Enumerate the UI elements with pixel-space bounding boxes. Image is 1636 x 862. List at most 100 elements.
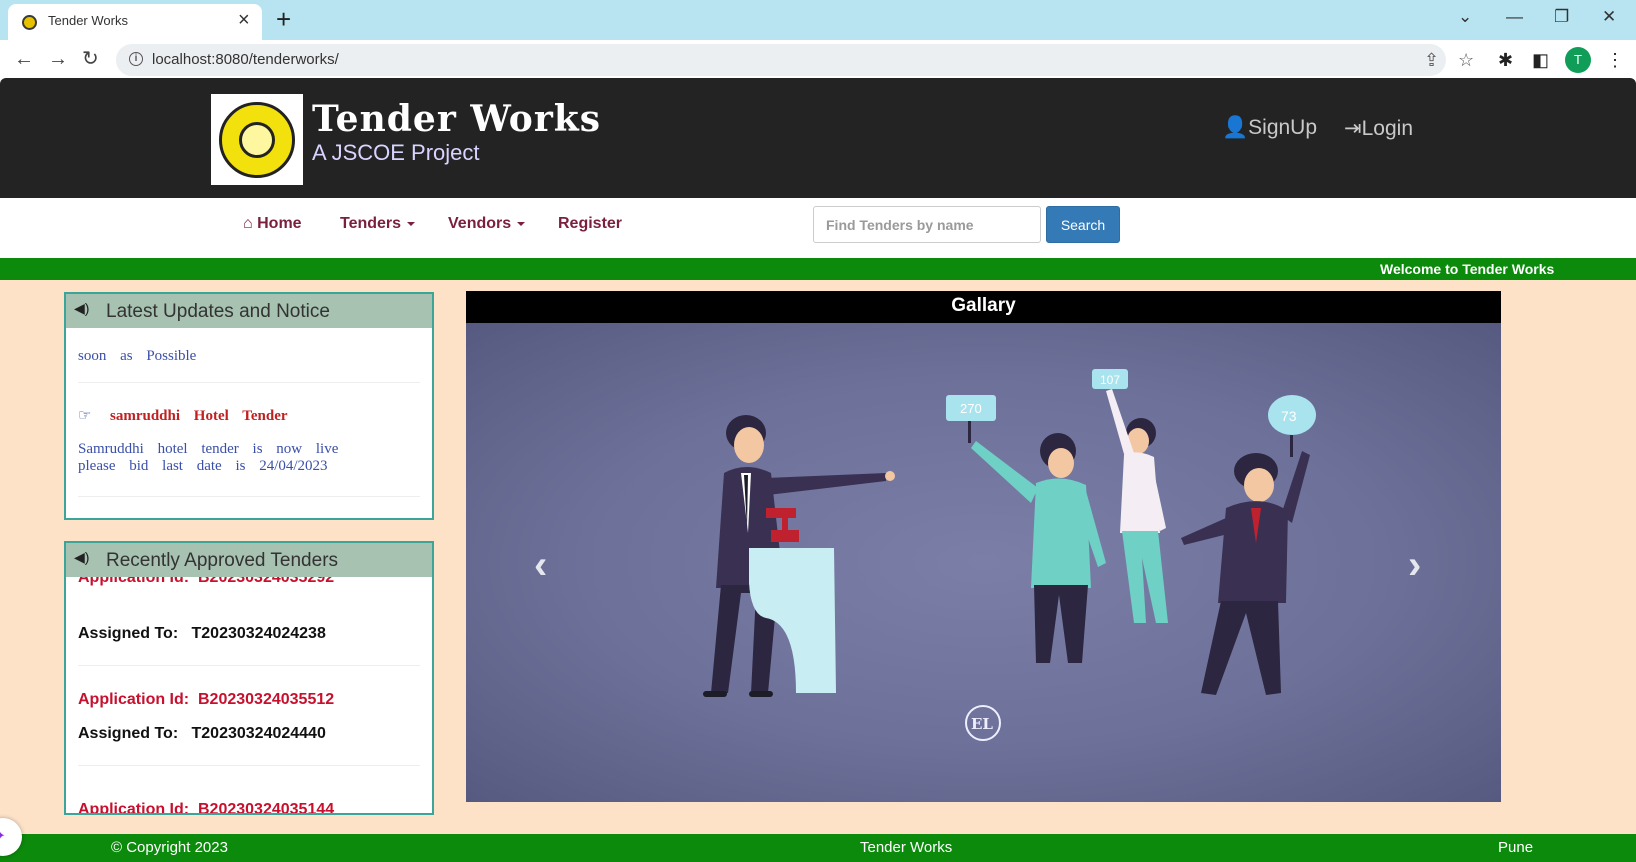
application-id-row: Application Id: B20230324035144 (78, 801, 334, 813)
browser-toolbar: ← → ↻ i localhost:8080/tenderworks/ ⇪ ☆ … (0, 40, 1636, 80)
profile-avatar[interactable]: T (1565, 47, 1591, 73)
tab-close-icon[interactable]: × (238, 9, 250, 32)
side-panel-icon[interactable]: ◧ (1532, 49, 1549, 71)
pointing-hand-icon: ☞ (78, 408, 92, 424)
signup-label: SignUp (1248, 116, 1318, 139)
browser-tab[interactable]: Tender Works × (8, 4, 262, 40)
brand-subtitle: A JSCOE Project (312, 140, 480, 165)
url-text[interactable]: localhost:8080/tenderworks/ (152, 51, 339, 68)
notice-description: Samruddhi hotel tender is now live pleas… (78, 441, 339, 474)
application-id-value: B20230324035512 (198, 691, 335, 708)
search-button[interactable]: Search (1046, 206, 1120, 243)
divider (78, 765, 420, 766)
signup-link[interactable]: 👤SignUp (1222, 116, 1317, 140)
carousel-next-icon[interactable]: › (1408, 543, 1421, 588)
svg-text:EL: EL (971, 715, 993, 733)
footer-location: Pune (1498, 839, 1534, 856)
watermark-logo: EL (965, 705, 1001, 741)
application-id-value: B20230324035292 (198, 577, 335, 586)
bookmark-star-icon[interactable]: ☆ (1458, 48, 1474, 72)
notice-text: soon as Possible (78, 348, 197, 364)
svg-text:270: 270 (960, 401, 982, 416)
nav-home-label: Home (257, 215, 302, 232)
approved-panel-header: ◀) Recently Approved Tenders (66, 543, 432, 577)
nav-vendors-dropdown[interactable]: Vendors (448, 215, 526, 233)
nav-vendors-label: Vendors (448, 215, 512, 232)
site-footer: © Copyright 2023 Tender Works Pune (0, 834, 1636, 862)
auction-illustration: 270 107 73 EL (703, 369, 1316, 741)
gallery-title: Gallary (466, 291, 1501, 323)
approved-list[interactable]: Application Id: B20230324035292 Assigned… (66, 577, 432, 813)
svg-text:73: 73 (1281, 408, 1297, 424)
application-id-row: Application Id: B20230324035512 (78, 691, 334, 709)
nav-tenders-dropdown[interactable]: Tenders (340, 215, 416, 233)
browser-menu-icon[interactable]: ⋮ (1606, 49, 1624, 71)
restore-icon[interactable]: ❐ (1554, 6, 1569, 28)
brand-title[interactable]: Tender Works (312, 98, 601, 140)
bidder-woman-figure: 107 (1092, 369, 1168, 623)
back-icon[interactable]: ← (14, 46, 34, 72)
assigned-to-row: Assigned To: T20230324024440 (78, 725, 326, 743)
speaker-icon: ◀) (74, 300, 90, 316)
application-id-row: Application Id: B20230324035292 (78, 577, 334, 587)
approved-panel: ◀) Recently Approved Tenders Application… (64, 541, 434, 815)
nav-tenders-label: Tenders (340, 215, 402, 232)
gallery-slide-image: 270 107 73 EL ‹ › (466, 323, 1501, 802)
assigned-to-value: T20230324024238 (191, 625, 326, 642)
site-logo[interactable] (211, 94, 303, 185)
address-bar[interactable]: i localhost:8080/tenderworks/ ⇪ (116, 44, 1446, 76)
site-info-icon[interactable]: i (129, 52, 143, 66)
tender-search-input[interactable] (813, 206, 1041, 243)
footer-copyright: © Copyright 2023 (111, 839, 228, 856)
notice-panel-title: Latest Updates and Notice (106, 301, 330, 322)
notice-list[interactable]: soon as Possible ☞ samruddhi Hotel Tende… (66, 328, 432, 518)
approved-panel-title: Recently Approved Tenders (106, 550, 339, 571)
application-id-label: Application Id: (78, 577, 190, 586)
gallery-carousel: Gallary 270 107 73 EL ‹ › (466, 291, 1501, 802)
share-icon[interactable]: ⇪ (1424, 48, 1439, 72)
divider (78, 382, 420, 383)
caret-down-icon (517, 221, 526, 226)
nav-register[interactable]: Register (558, 215, 622, 233)
tab-title: Tender Works (48, 13, 128, 28)
carousel-prev-icon[interactable]: ‹ (534, 543, 547, 588)
browser-tab-strip: Tender Works × + ⌄ — ❐ ✕ (0, 0, 1636, 40)
speaker-icon: ◀) (74, 549, 90, 565)
forward-icon[interactable]: → (48, 46, 68, 72)
bidder-suit-figure: 73 (1181, 395, 1316, 695)
reload-icon[interactable]: ↻ (82, 46, 99, 72)
tab-search-icon[interactable]: ⌄ (1458, 6, 1472, 28)
new-tab-button[interactable]: + (276, 4, 291, 34)
assigned-to-row: Assigned To: T20230324024238 (78, 625, 326, 643)
nav-home[interactable]: ⌂ Home (243, 215, 302, 233)
svg-text:107: 107 (1100, 373, 1120, 387)
assigned-to-label: Assigned To: (78, 625, 179, 642)
marquee-text: Welcome to Tender Works (1380, 261, 1555, 277)
logo-seal-icon (219, 102, 295, 178)
divider (78, 496, 420, 497)
login-link[interactable]: ⇥Login (1344, 116, 1413, 141)
notice-panel: ◀) Latest Updates and Notice soon as Pos… (64, 292, 434, 520)
window-close-icon[interactable]: ✕ (1602, 6, 1616, 28)
site-header: Tender Works A JSCOE Project 👤SignUp ⇥Lo… (0, 78, 1636, 198)
bidder-teal-figure: 270 (946, 395, 1106, 663)
caret-down-icon (407, 221, 416, 226)
notice-title[interactable]: samruddhi Hotel Tender (110, 408, 288, 425)
application-id-label: Application Id: (78, 691, 190, 708)
notice-panel-header: ◀) Latest Updates and Notice (66, 294, 432, 328)
assigned-to-value: T20230324024440 (191, 725, 326, 742)
extensions-puzzle-icon[interactable]: ✱ (1498, 49, 1513, 71)
application-id-value: B20230324035144 (198, 801, 335, 813)
application-id-label: Application Id: (78, 801, 190, 813)
login-icon: ⇥ (1344, 117, 1362, 140)
home-icon: ⌂ (243, 215, 253, 232)
assigned-to-label: Assigned To: (78, 725, 179, 742)
user-icon: 👤 (1222, 116, 1249, 139)
divider (78, 665, 420, 666)
main-content: ◀) Latest Updates and Notice soon as Pos… (0, 280, 1636, 834)
welcome-marquee: Welcome to Tender Works (0, 258, 1636, 280)
login-label: Login (1361, 117, 1413, 140)
footer-center-title: Tender Works (860, 839, 953, 856)
minimize-icon[interactable]: — (1506, 6, 1523, 28)
site-favicon-icon (22, 15, 37, 30)
